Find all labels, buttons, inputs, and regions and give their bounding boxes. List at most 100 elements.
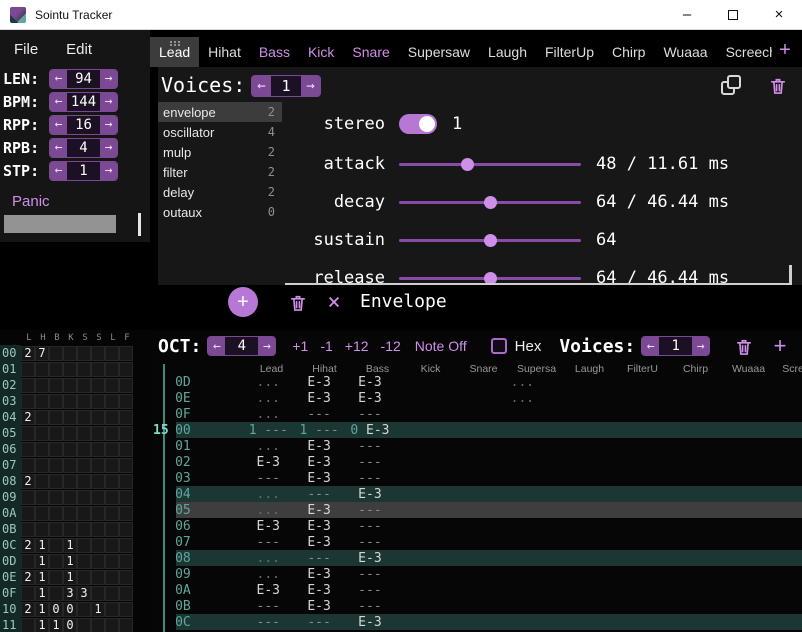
pattern-cell[interactable]: E-3 bbox=[243, 455, 294, 470]
order-cell[interactable]: 1 bbox=[91, 602, 105, 617]
order-cell[interactable] bbox=[91, 586, 105, 601]
pattern-cell[interactable]: E-3 bbox=[345, 615, 396, 630]
pattern-cell[interactable]: E-3 bbox=[243, 583, 294, 598]
song-param-stepper-rpb-decrement-icon[interactable]: ← bbox=[50, 139, 67, 157]
order-cell[interactable] bbox=[49, 586, 63, 601]
order-cell[interactable] bbox=[77, 362, 91, 377]
order-cell[interactable] bbox=[91, 522, 105, 537]
order-cell[interactable] bbox=[49, 570, 63, 585]
order-cell[interactable] bbox=[91, 410, 105, 425]
pattern-cell[interactable]: --- bbox=[345, 439, 396, 454]
order-cell[interactable] bbox=[49, 506, 63, 521]
pattern-cell[interactable]: E-3 bbox=[294, 503, 345, 518]
order-cell[interactable] bbox=[21, 442, 35, 457]
tab-supersaw[interactable]: Supersaw bbox=[399, 37, 479, 67]
attack-slider[interactable] bbox=[399, 163, 581, 166]
pattern-cell[interactable]: --- bbox=[294, 487, 345, 502]
order-cell[interactable] bbox=[77, 618, 91, 632]
order-cell[interactable] bbox=[77, 426, 91, 441]
order-cell[interactable] bbox=[49, 410, 63, 425]
order-cell[interactable] bbox=[21, 586, 35, 601]
order-cell[interactable] bbox=[63, 458, 77, 473]
order-cell[interactable] bbox=[119, 474, 133, 489]
pattern-cell[interactable]: --- bbox=[294, 615, 345, 630]
order-cell[interactable] bbox=[21, 490, 35, 505]
pattern-cell[interactable]: --- bbox=[243, 599, 294, 614]
disable-unit-button[interactable]: × bbox=[322, 288, 346, 316]
tab-kick[interactable]: Kick bbox=[299, 37, 343, 67]
song-param-stepper-stp-value[interactable]: 1 bbox=[67, 163, 100, 179]
order-cell[interactable] bbox=[77, 490, 91, 505]
order-cell[interactable] bbox=[119, 490, 133, 505]
instrument-voices-stepper-decrement-icon[interactable]: ← bbox=[252, 76, 271, 96]
order-cell[interactable] bbox=[49, 458, 63, 473]
unit-item-envelope[interactable]: envelope2 bbox=[158, 102, 282, 122]
order-cell[interactable] bbox=[21, 362, 35, 377]
order-cell[interactable]: 7 bbox=[35, 346, 49, 361]
order-cell[interactable] bbox=[21, 522, 35, 537]
order-cell[interactable] bbox=[77, 522, 91, 537]
order-cell[interactable] bbox=[63, 522, 77, 537]
order-cell[interactable] bbox=[77, 506, 91, 521]
order-cell[interactable] bbox=[91, 554, 105, 569]
order-cell[interactable]: 1 bbox=[35, 570, 49, 585]
order-cell[interactable]: 2 bbox=[21, 602, 35, 617]
order-cell[interactable] bbox=[105, 602, 119, 617]
order-cell[interactable] bbox=[77, 394, 91, 409]
order-cell[interactable] bbox=[91, 442, 105, 457]
tab-hihat[interactable]: Hihat bbox=[199, 37, 250, 67]
close-button[interactable]: × bbox=[756, 0, 802, 29]
pattern-cell[interactable]: E-3 bbox=[294, 567, 345, 582]
pattern-cell[interactable]: E-3 bbox=[294, 375, 345, 390]
scrollbar-thumb[interactable] bbox=[138, 213, 141, 236]
order-cell[interactable]: 1 bbox=[63, 570, 77, 585]
order-cell[interactable] bbox=[91, 426, 105, 441]
pattern-cell[interactable]: --- bbox=[345, 407, 396, 422]
pattern-cell[interactable]: E-3 bbox=[294, 519, 345, 534]
order-cell[interactable]: 0 bbox=[49, 602, 63, 617]
slider-knob[interactable] bbox=[484, 234, 497, 247]
order-cell[interactable] bbox=[119, 346, 133, 361]
note-button-+12[interactable]: +12 bbox=[345, 338, 369, 354]
order-cell[interactable] bbox=[119, 410, 133, 425]
order-cell[interactable] bbox=[119, 618, 133, 632]
order-cell[interactable] bbox=[63, 442, 77, 457]
song-param-stepper-bpm-increment-icon[interactable]: → bbox=[100, 93, 117, 111]
pattern-cell[interactable]: --- bbox=[345, 567, 396, 582]
pattern-cell[interactable]: ... bbox=[243, 391, 294, 406]
add-unit-button[interactable]: + bbox=[228, 287, 258, 317]
tab-screech[interactable]: Screech bbox=[717, 37, 778, 67]
song-param-stepper-rpb-increment-icon[interactable]: → bbox=[100, 139, 117, 157]
order-cell[interactable]: 1 bbox=[35, 538, 49, 553]
pattern-cell[interactable]: E-3 bbox=[294, 599, 345, 614]
pattern-cell[interactable]: ... bbox=[497, 391, 548, 406]
order-cell[interactable] bbox=[91, 378, 105, 393]
order-cell[interactable] bbox=[119, 458, 133, 473]
order-cell[interactable]: 0 bbox=[63, 618, 77, 632]
order-cell[interactable] bbox=[77, 442, 91, 457]
pattern-cell[interactable]: --- bbox=[243, 535, 294, 550]
pattern-cell[interactable]: --- bbox=[294, 407, 345, 422]
slider-knob[interactable] bbox=[484, 196, 497, 209]
song-param-stepper-rpp-increment-icon[interactable]: → bbox=[100, 116, 117, 134]
order-cell[interactable] bbox=[105, 554, 119, 569]
order-cell[interactable] bbox=[77, 474, 91, 489]
song-param-stepper-rpb-value[interactable]: 4 bbox=[67, 140, 100, 156]
delete-unit-button[interactable] bbox=[286, 291, 310, 315]
order-cell[interactable] bbox=[105, 426, 119, 441]
order-cell[interactable]: 2 bbox=[21, 538, 35, 553]
pattern-cell[interactable]: E-3 bbox=[294, 391, 345, 406]
order-cell[interactable]: 3 bbox=[77, 586, 91, 601]
order-cell[interactable] bbox=[35, 442, 49, 457]
sustain-slider[interactable] bbox=[399, 239, 581, 242]
tab-bass[interactable]: Bass bbox=[250, 37, 299, 67]
unit-item-delay[interactable]: delay2 bbox=[158, 182, 282, 202]
delete-pattern-button[interactable] bbox=[732, 335, 756, 359]
pattern-cell[interactable]: 1 --- bbox=[294, 423, 345, 438]
note-button--1[interactable]: -1 bbox=[320, 338, 332, 354]
order-cell[interactable] bbox=[35, 490, 49, 505]
order-cell[interactable] bbox=[105, 378, 119, 393]
pattern-voices-stepper-increment-icon[interactable]: → bbox=[692, 337, 709, 355]
order-cell[interactable] bbox=[119, 378, 133, 393]
order-cell[interactable] bbox=[105, 618, 119, 632]
